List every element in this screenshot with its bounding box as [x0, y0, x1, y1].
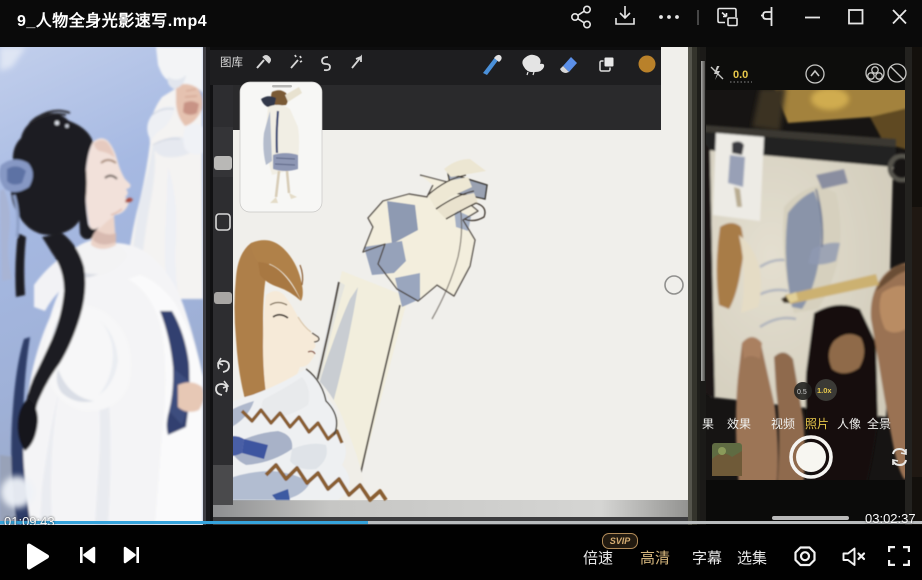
svg-text:0.0: 0.0 [733, 69, 748, 81]
svg-text:照片: 照片 [805, 417, 829, 431]
svg-text:0.5: 0.5 [797, 389, 807, 396]
svg-text:效果: 效果 [727, 416, 751, 431]
svg-text:视频: 视频 [771, 416, 795, 431]
svg-text:图库: 图库 [220, 55, 243, 69]
svg-text:人像: 人像 [837, 417, 861, 431]
svg-text:全景: 全景 [867, 416, 891, 431]
svg-text:果: 果 [702, 417, 714, 431]
svg-text:1.0x: 1.0x [817, 386, 832, 395]
